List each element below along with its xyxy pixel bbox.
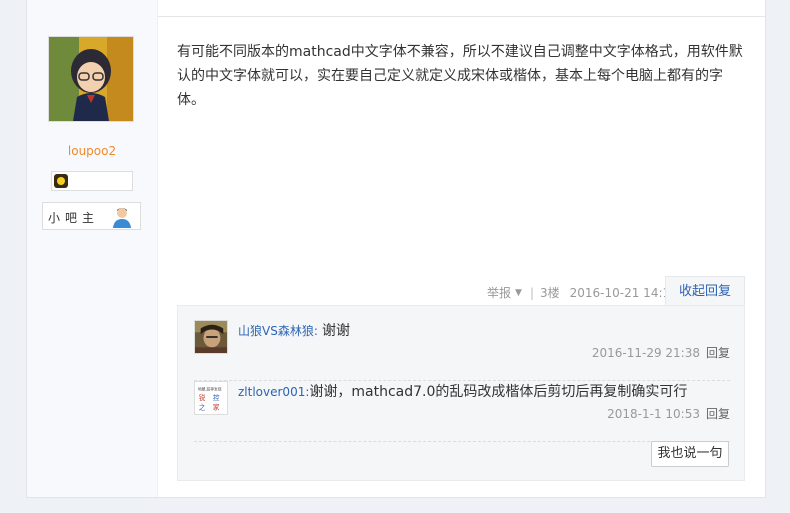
svg-text:家: 家 [213,402,220,411]
detective-avatar-icon [49,37,133,121]
report-link[interactable]: 举报 [487,284,511,301]
post-timestamp: 2016-10-21 14:15 [569,285,678,300]
collapse-replies-button[interactable]: 收起回复 [665,276,745,305]
post-container: loupoo2 小吧主 有可能不同版本的mathcad中文字体不兼容，所以不建议… [26,0,766,497]
level-badge[interactable] [51,171,133,191]
reply-button[interactable]: 回复 [706,407,730,421]
svg-text:之: 之 [199,402,206,411]
post-content: 有可能不同版本的mathcad中文字体不兼容，所以不建议自己调整中文字体格式，用… [177,44,743,108]
reply-meta: 2018-1-1 10:53 回复 [607,405,730,422]
top-divider [157,16,765,17]
reply-list: 山狼VS森林狼: 谢谢 2016-11-29 21:38 回复 地藏 超神发烧 锐… [177,305,745,481]
list-item: 山狼VS森林狼: 谢谢 2016-11-29 21:38 回复 [194,320,730,381]
caret-down-icon[interactable]: ▼ [515,288,522,298]
meta-separator: | [529,285,534,300]
role-label: 小吧主 [48,211,100,225]
svg-text:锐: 锐 [199,393,206,402]
reply-content: zltlover001:谢谢，mathcad7.0的乱码改成楷体后剪切后再复制确… [238,381,687,401]
seal-avatar-icon: 地藏 超神发烧 锐 控 之 家 [195,382,227,414]
reply-text: 谢谢，mathcad7.0的乱码改成楷体后剪切后再复制确实可行 [309,384,688,400]
bottom-divider [26,497,766,498]
reply-colon: : [313,324,318,338]
reply-avatar[interactable]: 地藏 超神发烧 锐 控 之 家 [194,381,228,415]
reply-timestamp: 2016-11-29 21:38 [591,346,700,360]
role-badge: 小吧主 [42,202,141,230]
reply-username[interactable]: zltlover001 [238,385,305,399]
reply-button[interactable]: 回复 [706,346,730,360]
add-comment-button[interactable]: 我也说一句 [651,441,729,467]
svg-text:控: 控 [213,393,220,402]
reply-avatar[interactable] [194,320,228,354]
reply-timestamp: 2018-1-1 10:53 [607,407,700,421]
author-sidebar: loupoo2 小吧主 [27,0,158,497]
reply-meta: 2016-11-29 21:38 回复 [592,344,730,361]
svg-text:地藏 超神发烧: 地藏 超神发烧 [198,386,222,391]
reply-text: 谢谢 [322,323,351,339]
author-avatar[interactable] [48,36,134,122]
reply-content: 山狼VS森林狼: 谢谢 [238,320,350,340]
user-photo-icon [195,321,227,353]
floor-number: 3楼 [539,286,560,300]
author-username[interactable]: loupoo2 [27,144,157,158]
level-badge-icon [54,174,68,188]
moderator-user-icon [113,208,131,228]
reply-username[interactable]: 山狼VS森林狼 [238,324,314,338]
post-meta: 举报 ▼ | 3楼 2016-10-21 14:15 [487,284,678,301]
list-item: 地藏 超神发烧 锐 控 之 家 zltlover001:谢谢，mathcad7.… [194,381,730,442]
